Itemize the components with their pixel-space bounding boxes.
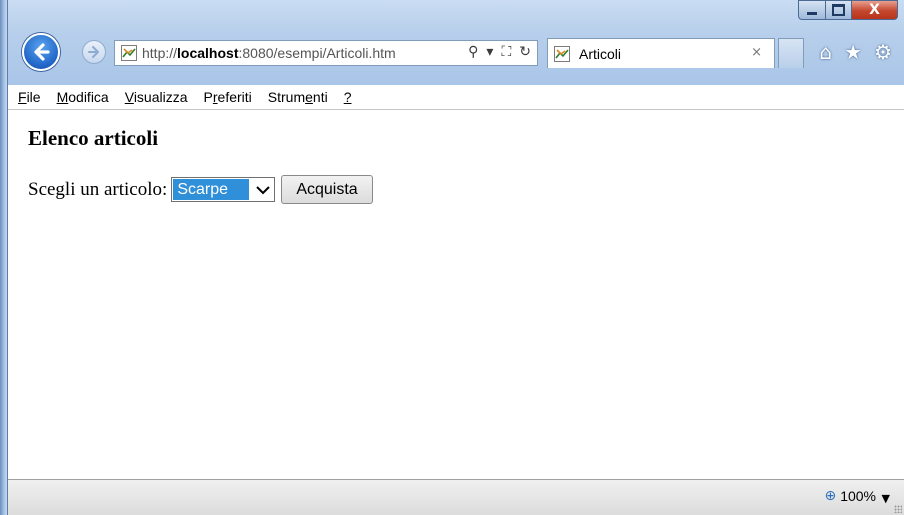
- menu-item-file[interactable]: File: [18, 89, 41, 105]
- menu-item-modifica[interactable]: Modifica: [57, 89, 109, 105]
- menu-bar: File Modifica Visualizza Preferiti Strum…: [8, 84, 904, 110]
- zoom-level: 100%: [840, 488, 876, 504]
- zoom-control[interactable]: ⊕ 100%: [824, 488, 876, 504]
- article-select[interactable]: Scarpe: [171, 177, 276, 202]
- address-bar[interactable]: http://localhost:8080/esempi/Articoli.ht…: [114, 40, 538, 66]
- url-scheme: http://: [142, 45, 178, 61]
- address-bar-icons: ⚲ ▾ ⛶ ↻: [468, 44, 531, 60]
- acquista-button[interactable]: Acquista: [281, 175, 373, 204]
- forward-arrow-icon: [88, 46, 99, 58]
- zoom-icon: ⊕: [824, 488, 837, 504]
- star-icon[interactable]: ★: [844, 40, 862, 64]
- browser-window: X http://localhost:8080/esempi/Articoli.…: [0, 0, 904, 515]
- article-select-label: Scegli un articolo:: [28, 178, 168, 200]
- menu-item-visualizza[interactable]: Visualizza: [125, 89, 188, 105]
- gear-icon[interactable]: ⚙: [874, 40, 892, 64]
- url-path: :8080/esempi/Articoli.htm: [238, 45, 396, 61]
- menu-item-help[interactable]: ?: [344, 89, 352, 105]
- article-select-value: Scarpe: [173, 179, 250, 200]
- zoom-dropdown-icon[interactable]: ▼: [882, 492, 890, 505]
- title-bar: X http://localhost:8080/esempi/Articoli.…: [8, 0, 904, 84]
- article-form: Scegli un articolo: Scarpe Acquista: [28, 175, 373, 204]
- toolbar-icons: ⌂ ★ ⚙: [819, 40, 892, 64]
- minimize-icon: [807, 11, 817, 15]
- refresh-icon[interactable]: ↻: [519, 44, 531, 60]
- page-title: Elenco articoli: [28, 126, 159, 150]
- minimize-button[interactable]: [798, 0, 826, 20]
- maximize-button[interactable]: [826, 0, 852, 20]
- search-dropdown-icon[interactable]: ▾: [486, 44, 493, 60]
- compatibility-view-icon[interactable]: ⛶: [501, 44, 511, 60]
- menu-item-preferiti[interactable]: Preferiti: [204, 89, 252, 105]
- menu-item-strumenti[interactable]: Strumenti: [268, 89, 328, 105]
- close-icon: X: [869, 2, 880, 18]
- close-window-button[interactable]: X: [852, 0, 898, 20]
- page-favicon: [121, 45, 137, 61]
- forward-button[interactable]: [82, 40, 106, 64]
- chevron-down-icon[interactable]: [254, 181, 271, 198]
- window-controls: X: [798, 0, 898, 20]
- url-text[interactable]: http://localhost:8080/esempi/Articoli.ht…: [142, 45, 396, 61]
- page-content: Elenco articoli Scegli un articolo: Scar…: [8, 110, 904, 479]
- resize-grip[interactable]: [894, 505, 902, 513]
- tab-title: Articoli: [579, 45, 622, 62]
- tab-articoli[interactable]: Articoli ×: [547, 38, 775, 68]
- status-bar: ⊕ 100% ▼: [8, 479, 904, 515]
- maximize-icon: [832, 4, 845, 16]
- tab-favicon: [554, 45, 570, 62]
- url-host: localhost: [177, 45, 239, 61]
- new-tab-button[interactable]: [778, 38, 804, 68]
- window-frame-left: [0, 0, 8, 515]
- search-icon[interactable]: ⚲: [468, 44, 478, 60]
- tab-close-icon[interactable]: ×: [751, 45, 762, 60]
- back-button[interactable]: [22, 33, 60, 71]
- home-icon[interactable]: ⌂: [819, 40, 832, 64]
- back-arrow-icon: [34, 43, 50, 61]
